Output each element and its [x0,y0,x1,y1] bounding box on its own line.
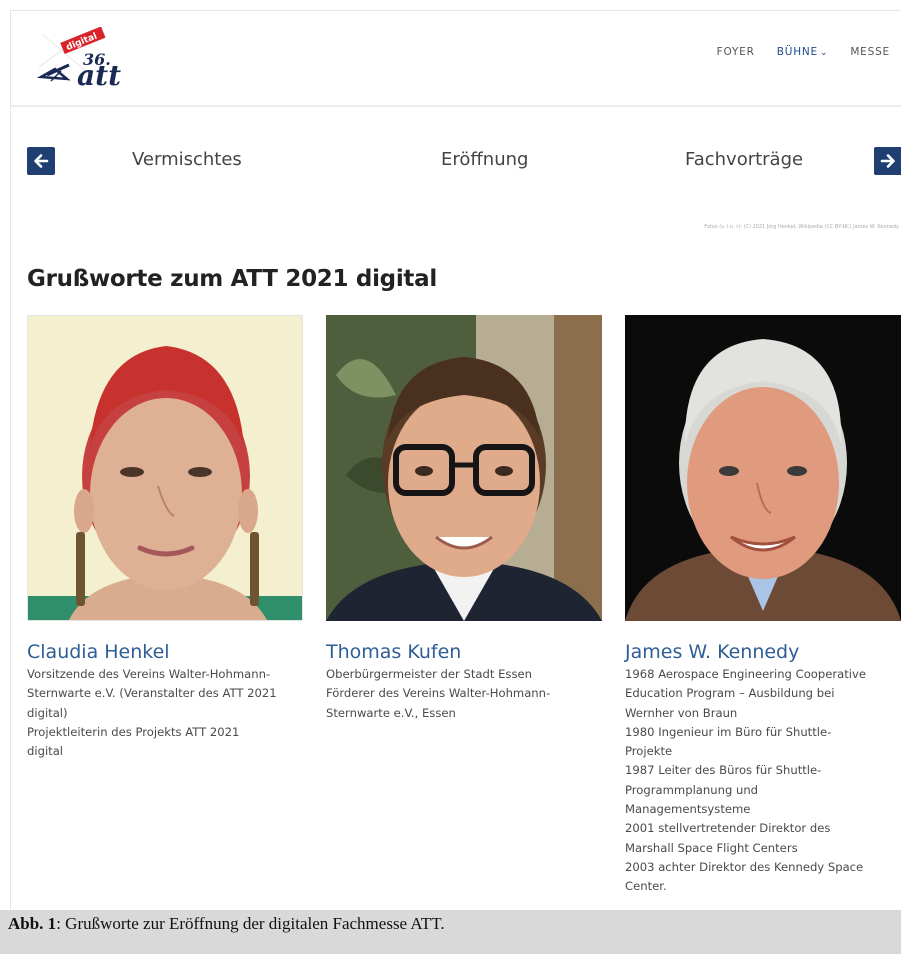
description-line: Vorsitzende des Vereins Walter-Hohmann- [27,667,271,681]
person-description: Oberbürgermeister der Stadt Essen Förder… [326,665,602,723]
person-photo [27,315,303,621]
photo-credit: Fotos (v. l.n. r): (C) 2021 Jörg Henkel,… [704,224,899,230]
description-line: digital [27,744,64,759]
person-name[interactable]: James W. Kennedy [625,641,901,663]
prev-slide-button[interactable] [27,147,55,175]
description-line: Projektleiterin des Projekts ATT 2021 [27,724,240,739]
arrow-left-icon [34,154,49,168]
person-card: Thomas Kufen Oberbürgermeister der Stadt… [326,315,602,723]
person-description: Vorsitzende des Vereins Walter-Hohmann- … [27,665,303,761]
slide-link-next[interactable]: Fachvorträge [685,149,803,170]
nav-messe[interactable]: MESSE [850,46,890,58]
description-line: Center. [625,879,667,894]
arrow-right-icon [880,154,895,168]
person-photo [625,315,901,621]
description-line: Wernher von Braun [625,705,738,720]
chevron-down-icon: ⌄ [819,48,829,58]
description-line: 1968 Aerospace Engineering Cooperative [625,667,867,681]
caption-label: Abb. 1 [8,914,57,933]
site-logo[interactable]: digital 36. att [33,26,143,92]
nav-buehne[interactable]: BÜHNE ⌄ [777,46,829,58]
description-line: digital) [27,705,68,720]
description-line: Projekte [625,744,673,759]
person-photo [326,315,602,621]
person-card: James W. Kennedy 1968 Aerospace Engineer… [625,315,901,897]
caption-text: : Grußworte zur Eröffnung der digitalen … [56,914,445,933]
description-line: Oberbürgermeister der Stadt Essen [326,667,532,681]
person-card: Claudia Henkel Vorsitzende des Vereins W… [27,315,303,761]
description-line: Förderer des Vereins Walter-Hohmann- [326,686,551,701]
description-line: Sternwarte e.V. (Veranstalter des ATT 20… [27,686,277,701]
slide-navigation: Vermischtes Eröffnung Fachvorträge [11,147,901,179]
description-line: Education Program – Ausbildung bei [625,686,835,701]
telescope-logo-icon: digital 36. att [36,26,121,92]
person-name[interactable]: Thomas Kufen [326,641,602,663]
next-slide-button[interactable] [874,147,901,175]
description-line: Sternwarte e.V., Essen [326,705,456,720]
main-nav: FOYER BÜHNE ⌄ MESSE [717,46,890,58]
description-line: Managementsysteme [625,802,751,817]
logo-wordmark: att [77,59,121,89]
description-line: 2003 achter Direktor des Kennedy Space [625,859,864,874]
slide-link-prev[interactable]: Vermischtes [132,149,242,170]
site-header: digital 36. att FOYER BÜHNE ⌄ MESSE [11,11,901,107]
description-line: 2001 stellvertretender Direktor des [625,821,831,836]
page-frame: digital 36. att FOYER BÜHNE ⌄ MESSE Vermi… [10,10,901,910]
section-title: Grußworte zum ATT 2021 digital [27,266,437,292]
person-name[interactable]: Claudia Henkel [27,641,303,663]
person-description: 1968 Aerospace Engineering Cooperative E… [625,665,901,897]
description-line: 1987 Leiter des Büros für Shuttle- [625,763,822,778]
figure-caption: Abb. 1: Grußworte zur Eröffnung der digi… [0,910,901,954]
nav-buehne-label: BÜHNE [776,46,818,58]
description-line: Marshall Space Flight Centers [625,840,798,855]
slide-link-current[interactable]: Eröffnung [441,149,528,170]
description-line: 1980 Ingenieur im Büro für Shuttle- [625,724,832,739]
nav-foyer[interactable]: FOYER [717,46,755,58]
description-line: Programmplanung und [625,782,759,797]
